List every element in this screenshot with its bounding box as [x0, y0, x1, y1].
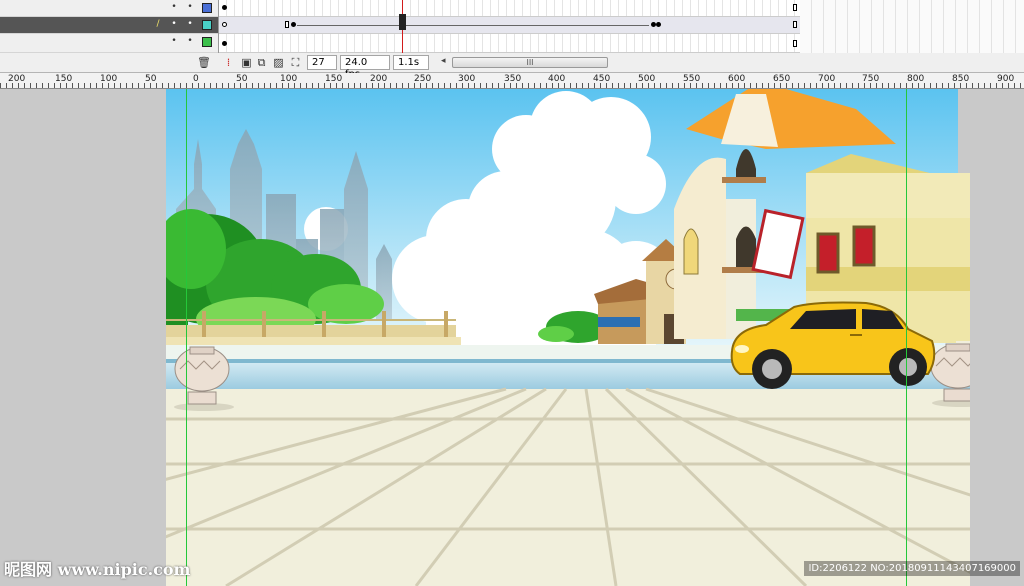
ruler-label: 800 — [907, 74, 925, 84]
ruler-label: 150 — [325, 74, 343, 84]
pencil-icon: / — [156, 19, 160, 29]
plaza-floor — [166, 387, 970, 586]
playhead-handle[interactable] — [399, 14, 406, 30]
ruler-label: 400 — [548, 74, 566, 84]
frame-row-3[interactable] — [219, 34, 801, 53]
end-frame[interactable] — [793, 40, 797, 47]
keyframe[interactable] — [222, 5, 227, 10]
center-frame-icon[interactable]: ⁞ — [222, 56, 235, 69]
visibility-dot-icon[interactable]: • — [170, 2, 178, 12]
ruler-label: 100 — [280, 74, 298, 84]
layer-color-swatch[interactable] — [202, 3, 212, 13]
frame-row-2[interactable] — [219, 17, 801, 34]
end-frame[interactable] — [793, 21, 797, 28]
ruler-label: 150 — [55, 74, 73, 84]
ruler-label: 750 — [862, 74, 880, 84]
end-frame[interactable] — [285, 21, 289, 28]
watermark-left: 昵图网 www.nipic.com — [4, 560, 191, 579]
ruler-label: 50 — [145, 74, 157, 84]
timeline-status-bar: 🗑 ⁞ ▣ ⧉ ▨ ⛶ 27 24.0 fps 1.1s ◂ III — [0, 53, 1024, 80]
ruler-label: 250 — [414, 74, 432, 84]
ruler-label: 50 — [236, 74, 248, 84]
onion-outline-icon[interactable]: ⧉ — [255, 56, 268, 69]
edit-multiple-icon[interactable]: ▨ — [272, 56, 285, 69]
trash-icon[interactable]: 🗑 — [197, 56, 211, 69]
scroll-left-icon[interactable]: ◂ — [441, 56, 446, 66]
keyframe[interactable] — [656, 22, 661, 27]
flash-editor: • • / • • • • 🗑 ⁞ ▣ ⧉ ▨ ⛶ 27 24.0 1.1s ◂… — [0, 0, 1024, 586]
ruler-label: 900 — [997, 74, 1015, 84]
timeline-scrollbar[interactable]: III — [452, 57, 608, 68]
layer-row-3[interactable]: • • — [0, 34, 218, 53]
visibility-dot-icon[interactable]: • — [170, 19, 178, 29]
ruler-label: 850 — [952, 74, 970, 84]
frame-row-1[interactable] — [219, 0, 801, 17]
elapsed-time-field: 1.1s — [393, 55, 429, 70]
keyframe[interactable] — [291, 22, 296, 27]
frames-grid-empty[interactable] — [800, 0, 1024, 53]
onion-skin-icon[interactable]: ▣ — [240, 56, 253, 69]
ruler-label: 500 — [638, 74, 656, 84]
layer-row-1[interactable]: • • — [0, 0, 218, 17]
tween-span — [297, 25, 649, 26]
ruler-label: 350 — [504, 74, 522, 84]
timeline-panel: • • / • • • • — [0, 0, 1024, 53]
modify-markers-icon[interactable]: ⛶ — [289, 56, 302, 69]
lock-dot-icon[interactable]: • — [186, 36, 194, 46]
keyframe[interactable] — [222, 41, 227, 46]
ruler-label: 200 — [8, 74, 26, 84]
end-frame[interactable] — [793, 4, 797, 11]
frame-rate-field[interactable]: 24.0 fps — [340, 55, 390, 80]
ruler-label: 100 — [100, 74, 118, 84]
ruler-label: 550 — [683, 74, 701, 84]
frames-grid[interactable] — [218, 0, 801, 53]
stage-artwork — [166, 89, 970, 586]
ruler-label: 700 — [818, 74, 836, 84]
ruler-label: 300 — [458, 74, 476, 84]
stage-canvas[interactable] — [166, 89, 970, 586]
layer-row-2-selected[interactable]: / • • — [0, 17, 218, 34]
lock-dot-icon[interactable]: • — [186, 2, 194, 12]
layer-color-swatch[interactable] — [202, 37, 212, 47]
workspace: 昵图网 www.nipic.com ID:2206122 NO:20180911… — [0, 89, 1024, 586]
ruler-label: 0 — [193, 74, 199, 84]
ruler-label: 650 — [773, 74, 791, 84]
ruler-label: 450 — [593, 74, 611, 84]
horizontal-ruler: 200 150 100 50 0 50 100 150 200 250 300 350 400 450 50… — [0, 73, 1024, 89]
ruler-label: 600 — [728, 74, 746, 84]
watermark-right: ID:2206122 NO:20180911143407169000 — [804, 561, 1020, 576]
ruler-label: 200 — [370, 74, 388, 84]
visibility-dot-icon[interactable]: • — [170, 36, 178, 46]
lock-dot-icon[interactable]: • — [186, 19, 194, 29]
current-frame-field: 27 — [307, 55, 337, 70]
keyframe[interactable] — [222, 22, 227, 27]
layer-color-swatch[interactable] — [202, 20, 212, 30]
